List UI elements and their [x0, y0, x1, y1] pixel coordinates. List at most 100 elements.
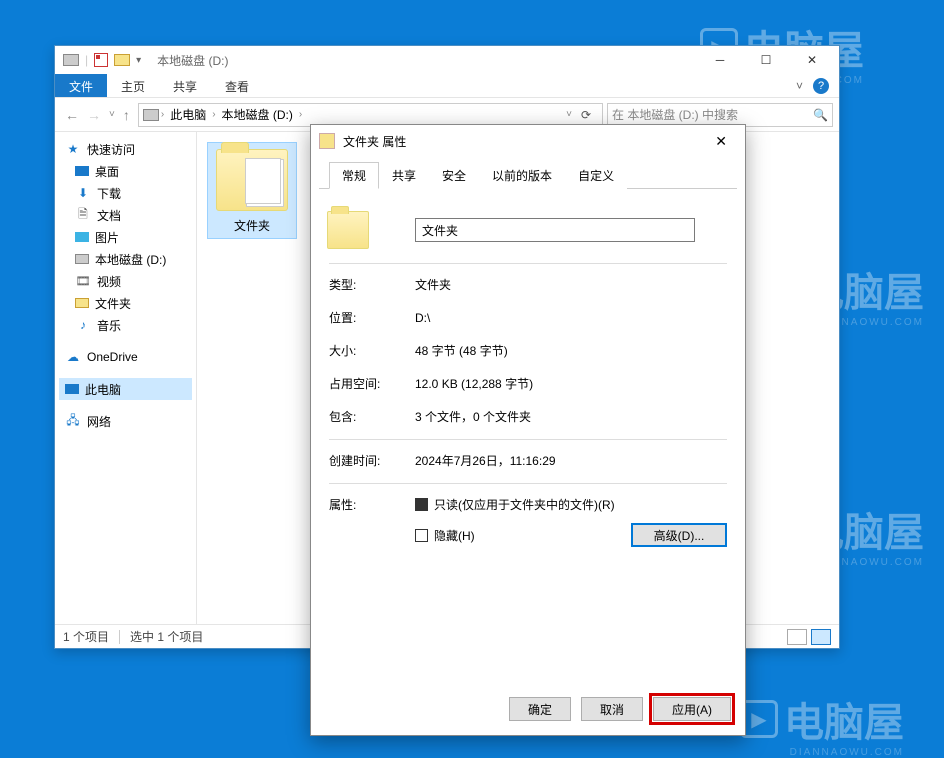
folder-icon: [327, 211, 369, 249]
maximize-button[interactable]: ☐: [743, 46, 789, 74]
readonly-label: 只读(仅应用于文件夹中的文件)(R): [434, 496, 615, 513]
divider: [119, 630, 120, 644]
sidebar-label: 视频: [97, 273, 121, 290]
drive-icon: [75, 254, 89, 264]
status-selected: 选中 1 个项目: [130, 628, 203, 645]
chevron-right-icon[interactable]: ›: [299, 109, 302, 120]
drive-icon: [143, 109, 159, 121]
qat-properties-icon[interactable]: [94, 53, 108, 67]
cancel-button[interactable]: 取消: [581, 697, 643, 721]
tab-previous-versions[interactable]: 以前的版本: [479, 162, 565, 189]
tab-security[interactable]: 安全: [429, 162, 479, 189]
cloud-icon: ☁: [65, 349, 81, 365]
size-label: 大小:: [329, 342, 415, 359]
nav-forward-icon[interactable]: →: [87, 107, 101, 123]
folder-item[interactable]: 文件夹: [207, 142, 297, 239]
sidebar-videos[interactable]: 🎞 视频: [59, 270, 192, 292]
close-button[interactable]: ✕: [789, 46, 835, 74]
chevron-right-icon[interactable]: ›: [161, 109, 164, 120]
video-icon: 🎞: [75, 273, 91, 289]
star-icon: ★: [65, 141, 81, 157]
created-label: 创建时间:: [329, 452, 415, 469]
address-dropdown-icon[interactable]: ˅: [566, 109, 572, 120]
qat-newfolder-icon[interactable]: [114, 54, 130, 66]
sidebar-pictures[interactable]: 图片: [59, 226, 192, 248]
readonly-checkbox[interactable]: [415, 498, 428, 511]
apply-button[interactable]: 应用(A): [653, 697, 731, 721]
qat-divider: |: [85, 53, 88, 67]
type-value: 文件夹: [415, 276, 727, 293]
sidebar-thispc[interactable]: 此电脑: [59, 378, 192, 400]
pictures-icon: [75, 232, 89, 242]
view-large-icon[interactable]: [811, 629, 831, 645]
status-count: 1 个项目: [63, 628, 109, 645]
tab-sharing[interactable]: 共享: [379, 162, 429, 189]
tab-customize[interactable]: 自定义: [565, 162, 627, 189]
address-bar[interactable]: › 此电脑 › 本地磁盘 (D:) › ˅ ⟳: [138, 103, 603, 127]
nav-recent-icon[interactable]: ˅: [109, 109, 115, 120]
qat-dropdown-icon[interactable]: ▾: [136, 55, 141, 66]
search-input[interactable]: 在 本地磁盘 (D:) 中搜索 🔍: [607, 103, 833, 127]
search-icon[interactable]: 🔍: [813, 108, 828, 122]
sidebar-label: 网络: [87, 413, 111, 430]
sidebar-label: 文件夹: [95, 295, 131, 312]
chevron-right-icon[interactable]: ›: [212, 109, 215, 120]
tabstrip: 常规 共享 安全 以前的版本 自定义: [319, 157, 737, 189]
tab-view[interactable]: 查看: [211, 74, 263, 97]
network-icon: 🖧: [65, 413, 81, 429]
location-label: 位置:: [329, 309, 415, 326]
type-label: 类型:: [329, 276, 415, 293]
divider: [329, 263, 727, 264]
ok-button[interactable]: 确定: [509, 697, 571, 721]
sidebar-label: 快速访问: [87, 141, 135, 158]
breadcrumb-thispc[interactable]: 此电脑: [166, 106, 210, 123]
ribbon-expand-icon[interactable]: ˅: [796, 79, 803, 93]
sidebar-localdisk[interactable]: 本地磁盘 (D:): [59, 248, 192, 270]
size-value: 48 字节 (48 字节): [415, 342, 727, 359]
refresh-icon[interactable]: ⟳: [574, 108, 598, 122]
sidebar-music[interactable]: ♪ 音乐: [59, 314, 192, 336]
attributes-label: 属性:: [329, 496, 415, 513]
sidebar-documents[interactable]: 🗎 文档: [59, 204, 192, 226]
sidebar: ★ 快速访问 桌面 ⬇下载 🗎 文档 图片 本地磁盘 (D:) 🎞 视频 文件夹 ♪ 音…: [55, 132, 197, 624]
desktop-icon: [75, 166, 89, 176]
sidebar-desktop[interactable]: 桌面: [59, 160, 192, 182]
folder-name-input[interactable]: [415, 218, 695, 242]
close-button[interactable]: ✕: [705, 129, 737, 154]
advanced-button[interactable]: 高级(D)...: [631, 523, 727, 547]
contains-value: 3 个文件，0 个文件夹: [415, 408, 727, 425]
search-placeholder: 在 本地磁盘 (D:) 中搜索: [612, 106, 738, 123]
created-value: 2024年7月26日，11:16:29: [415, 452, 727, 469]
window-title: 本地磁盘 (D:): [157, 52, 228, 69]
sidebar-label: 本地磁盘 (D:): [95, 251, 166, 268]
location-value: D:\: [415, 311, 727, 325]
sidebar-network[interactable]: 🖧 网络: [59, 410, 192, 432]
properties-dialog: 文件夹 属性 ✕ 常规 共享 安全 以前的版本 自定义 类型:文件夹 位置:D:…: [310, 124, 746, 736]
tab-home[interactable]: 主页: [107, 74, 159, 97]
sidebar-label: 桌面: [95, 163, 119, 180]
dialog-titlebar[interactable]: 文件夹 属性 ✕: [311, 125, 745, 157]
help-icon[interactable]: ?: [813, 78, 829, 94]
view-details-icon[interactable]: [787, 629, 807, 645]
sidebar-onedrive[interactable]: ☁OneDrive: [59, 346, 192, 368]
breadcrumb-drive[interactable]: 本地磁盘 (D:): [218, 106, 297, 123]
sidebar-quickaccess[interactable]: ★ 快速访问: [59, 138, 192, 160]
sidebar-downloads[interactable]: ⬇下载: [59, 182, 192, 204]
tab-general[interactable]: 常规: [329, 162, 379, 189]
folder-icon: [216, 149, 288, 211]
titlebar[interactable]: | ▾ 本地磁盘 (D:) ─ ☐ ✕: [55, 46, 839, 74]
sidebar-label: 文档: [97, 207, 121, 224]
watermark: ▶电脑屋 DIANNAOWU.COM: [740, 690, 904, 748]
hidden-checkbox[interactable]: [415, 529, 428, 542]
minimize-button[interactable]: ─: [697, 46, 743, 74]
sidebar-label: 音乐: [97, 317, 121, 334]
nav-up-icon[interactable]: ↑: [123, 107, 130, 123]
music-icon: ♪: [75, 317, 91, 333]
tab-share[interactable]: 共享: [159, 74, 211, 97]
tab-file[interactable]: 文件: [55, 74, 107, 97]
nav-back-icon[interactable]: ←: [65, 107, 79, 123]
hidden-label: 隐藏(H): [434, 527, 475, 544]
document-icon: 🗎: [75, 207, 91, 223]
folder-icon: [319, 133, 335, 149]
sidebar-folder[interactable]: 文件夹: [59, 292, 192, 314]
